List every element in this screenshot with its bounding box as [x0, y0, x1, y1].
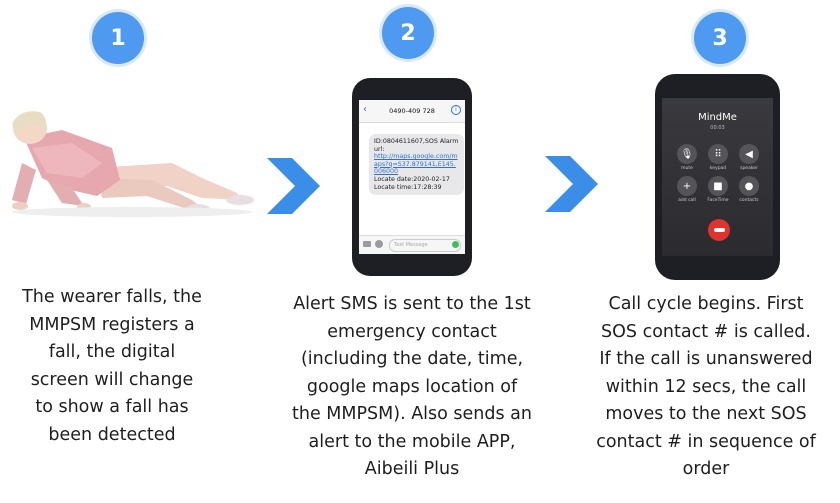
caption-line: screen will change	[30, 369, 194, 390]
arrow-right-icon	[267, 158, 320, 214]
keypad-label: keypad	[709, 166, 727, 171]
step-3-badge: 3	[694, 12, 746, 64]
caption-line: If the call is unanswered	[599, 349, 813, 369]
caption-line: moves to the next SOS	[605, 404, 807, 424]
caption-line: (including the date, time,	[300, 349, 524, 369]
sms-message-bubble: ID:0804611607,SOS Alarm url: http://maps…	[369, 134, 464, 196]
caption-line: Call cycle begins. First	[608, 294, 804, 314]
contacts-label: contacts	[739, 198, 759, 203]
keypad-icon[interactable]: ⠿	[708, 144, 728, 164]
caption-line: The wearer falls, the	[22, 287, 202, 307]
mute-icon[interactable]: 🎙	[677, 144, 697, 164]
fallen-person-illustration	[12, 111, 254, 217]
sms-contact: 0490-409 728	[389, 107, 435, 115]
caption-line: Alert SMS is sent to the 1st	[293, 294, 531, 314]
end-call-button[interactable]	[708, 219, 730, 241]
speaker-label: speaker	[740, 166, 758, 171]
sms-line: Locate time:17:28:39	[374, 183, 442, 191]
mute-label: mute	[681, 166, 693, 171]
phone-hangup-icon	[713, 228, 725, 232]
speaker-icon[interactable]: ◀	[739, 144, 759, 164]
call-status: 00:03	[710, 125, 725, 131]
caption-line: alert to the mobile APP,	[308, 431, 516, 452]
add-call-icon[interactable]: +	[677, 176, 697, 196]
info-icon[interactable]: i	[451, 105, 461, 115]
arrow-right-icon	[545, 156, 598, 212]
caption-line: the MMPSM). Also sends an	[292, 404, 532, 424]
facetime-label: FaceTime	[707, 198, 729, 203]
caption-line: google maps location of	[306, 376, 518, 397]
sms-header: ‹ 0490-409 728 i	[359, 100, 465, 123]
sms-input-bar: Text Message	[359, 235, 465, 254]
sms-phone: ‹ 0490-409 728 i ID:0804611607,SOS Alarm…	[352, 78, 472, 276]
step-1-caption: The wearer falls, the MMPSM registers a …	[0, 284, 224, 449]
caption-line: contact # in sequence of	[596, 431, 816, 452]
call-screen: MindMe 00:03 🎙 ⠿ ◀ mute keypad speaker +…	[662, 98, 773, 256]
facetime-icon[interactable]: ■	[708, 176, 728, 196]
sms-line: url:	[374, 145, 385, 153]
caption-line: within 12 secs, the call	[605, 376, 807, 397]
send-icon[interactable]	[452, 241, 459, 248]
caption-line: to show a fall has	[35, 397, 189, 417]
step-2-caption: Alert SMS is sent to the 1st emergency c…	[262, 291, 562, 484]
sms-line: ID:0804611607,SOS Alarm	[374, 138, 459, 145]
sms-line: Locate date:2020-02-17	[374, 175, 450, 183]
message-input[interactable]: Text Message	[389, 239, 461, 252]
caption-line: been detected	[48, 424, 176, 445]
caption-line: MMPSM registers a	[29, 314, 195, 335]
add-call-label: add call	[678, 198, 696, 203]
caption-line: Aibeili Plus	[364, 459, 460, 479]
caption-line: emergency contact	[327, 321, 497, 342]
contacts-icon[interactable]: ●	[739, 176, 759, 196]
caption-line: order	[682, 459, 730, 479]
sms-map-link[interactable]: http://maps.google.com/maps?q=S37.879141…	[374, 153, 458, 175]
step-1-badge: 1	[92, 12, 144, 64]
call-phone: MindMe 00:03 🎙 ⠿ ◀ mute keypad speaker +…	[655, 74, 780, 280]
caller-name: MindMe	[698, 112, 737, 123]
appstore-icon[interactable]	[375, 240, 383, 248]
camera-icon[interactable]	[363, 241, 371, 247]
caption-line: fall, the digital	[48, 342, 176, 362]
step-3-caption: Call cycle begins. First SOS contact # i…	[572, 291, 840, 484]
step-2-badge: 2	[382, 7, 434, 59]
caption-line: SOS contact # is called.	[601, 321, 811, 342]
sms-screen: ‹ 0490-409 728 i ID:0804611607,SOS Alarm…	[359, 100, 465, 254]
